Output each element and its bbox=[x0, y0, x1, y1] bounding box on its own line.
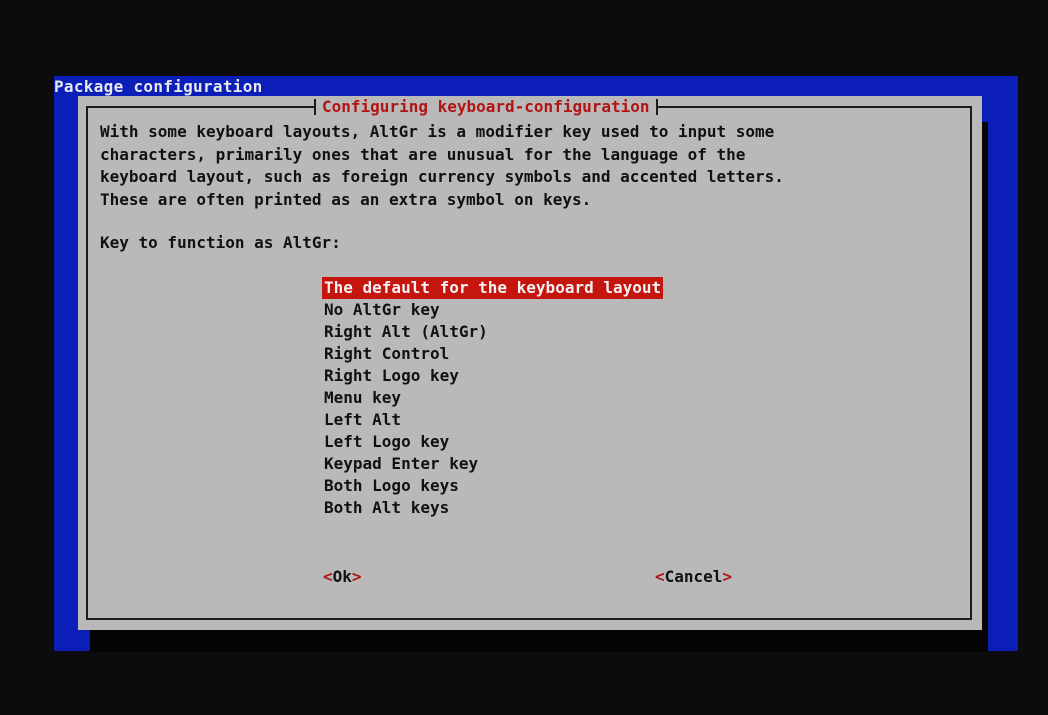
option-keypad-enter[interactable]: Keypad Enter key bbox=[322, 453, 480, 475]
ok-button-label: Ok bbox=[332, 567, 352, 586]
description-line: keyboard layout, such as foreign currenc… bbox=[100, 167, 784, 186]
option-keyboard-default[interactable]: The default for the keyboard layout bbox=[322, 277, 664, 299]
option-right-control[interactable]: Right Control bbox=[322, 343, 451, 365]
dialog-title: Configuring keyboard-configuration bbox=[314, 96, 658, 118]
altgr-option-list: The default for the keyboard layout No A… bbox=[322, 277, 664, 519]
option-left-logo[interactable]: Left Logo key bbox=[322, 431, 451, 453]
selection-prompt: Key to function as AltGr: bbox=[100, 233, 341, 252]
description-line: characters, primarily ones that are unus… bbox=[100, 144, 746, 164]
option-menu-key[interactable]: Menu key bbox=[322, 387, 403, 409]
dialog-description: With some keyboard layouts, AltGr is a m… bbox=[100, 121, 960, 211]
option-both-alt[interactable]: Both Alt keys bbox=[322, 497, 451, 519]
ok-button[interactable]: <Ok> bbox=[323, 567, 362, 586]
backtitle: Package configuration bbox=[54, 77, 263, 96]
option-no-altgr[interactable]: No AltGr key bbox=[322, 299, 442, 321]
description-line: With some keyboard layouts, AltGr is a m… bbox=[100, 122, 775, 141]
option-right-alt[interactable]: Right Alt (AltGr) bbox=[322, 321, 490, 343]
cancel-button[interactable]: <Cancel> bbox=[655, 567, 732, 586]
option-left-alt[interactable]: Left Alt bbox=[322, 409, 403, 431]
description-line: These are often printed as an extra symb… bbox=[100, 189, 592, 209]
option-right-logo[interactable]: Right Logo key bbox=[322, 365, 461, 387]
cancel-button-label: Cancel bbox=[664, 567, 723, 586]
option-both-logo[interactable]: Both Logo keys bbox=[322, 475, 461, 497]
